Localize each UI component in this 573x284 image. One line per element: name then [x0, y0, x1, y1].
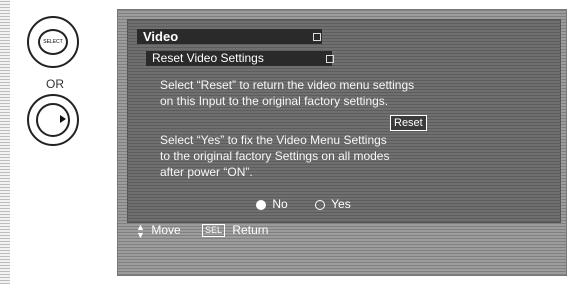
up-down-arrows-icon: ▲ ▼	[136, 221, 145, 240]
option-no-label: No	[272, 197, 288, 211]
sel-key-icon: SEL	[202, 224, 226, 238]
submenu-title: Reset Video Settings	[146, 51, 332, 66]
video-menu-panel: Video Reset Video Settings Select “Reset…	[127, 19, 561, 223]
dpad-right-icon[interactable]	[27, 94, 79, 146]
yes-instruction-line-1: Select “Yes” to fix the Video Menu Setti…	[160, 133, 387, 147]
title-corner-icon	[313, 33, 321, 41]
option-yes[interactable]: Yes	[315, 196, 351, 212]
radio-unselected-icon	[315, 199, 326, 210]
reset-instruction-line-1: Select “Reset” to return the video menu …	[160, 78, 415, 92]
or-label: OR	[46, 77, 64, 91]
reset-button[interactable]: Reset	[390, 115, 427, 131]
menu-title: Video	[137, 29, 322, 44]
radio-selected-icon	[256, 199, 266, 210]
move-hint: ▲ ▼ Move	[136, 221, 181, 239]
select-label: SELECT	[38, 29, 68, 55]
option-no[interactable]: No	[256, 196, 288, 212]
yes-instruction-line-3: after power “ON”.	[160, 165, 253, 179]
menu-footer: ▲ ▼ Move SEL Return	[136, 221, 416, 239]
return-label: Return	[232, 223, 269, 237]
dpad-center	[36, 103, 70, 137]
page-edge-strip	[0, 0, 10, 284]
option-yes-label: Yes	[331, 197, 351, 211]
option-radio-group: No Yes	[256, 196, 396, 212]
reset-instruction-line-2: on this Input to the original factory se…	[160, 94, 389, 108]
move-label: Move	[151, 223, 181, 237]
right-arrow-icon	[60, 115, 66, 123]
yes-instruction-line-2: to the original factory Settings on all …	[160, 149, 390, 163]
remote-control-illustration: SELECT OR	[15, 10, 101, 146]
tv-screen: Video Reset Video Settings Select “Reset…	[117, 9, 567, 276]
return-hint: SEL Return	[202, 221, 268, 239]
subtitle-corner-icon	[326, 55, 334, 63]
select-button-icon[interactable]: SELECT	[27, 16, 79, 68]
